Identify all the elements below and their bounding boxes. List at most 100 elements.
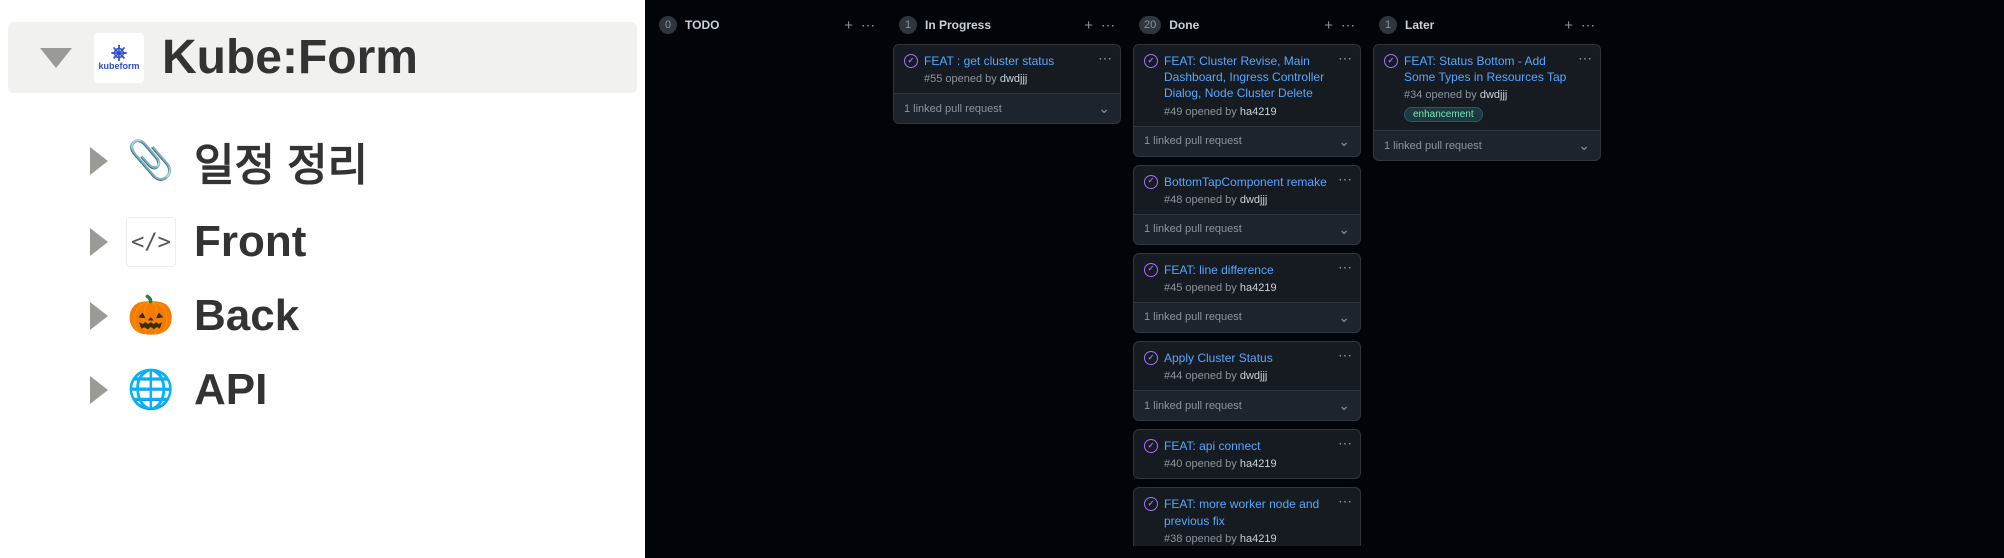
add-card-icon[interactable] <box>1084 18 1093 33</box>
card-author[interactable]: ha4219 <box>1240 282 1277 294</box>
add-card-icon[interactable] <box>844 18 853 33</box>
linked-pr-row[interactable]: 1 linked pull request <box>894 93 1120 123</box>
card-more-icon[interactable] <box>1578 51 1592 66</box>
column-title: Done <box>1169 18 1316 32</box>
board-card[interactable]: FEAT : get cluster status #55 opened by d… <box>893 44 1121 124</box>
card-author[interactable]: dwdjjj <box>1240 370 1268 382</box>
card-more-icon[interactable] <box>1098 51 1112 66</box>
tree-item-label: Back <box>194 291 299 341</box>
add-card-icon[interactable] <box>1324 18 1333 33</box>
card-meta: #49 opened by ha4219 <box>1164 106 1350 118</box>
board-card[interactable]: Apply Cluster Status #44 opened by dwdjjj… <box>1133 341 1361 421</box>
issue-closed-icon <box>1144 439 1158 453</box>
tree-item-icon: 🌐 <box>126 365 176 415</box>
card-title[interactable]: Apply Cluster Status <box>1144 350 1350 366</box>
card-more-icon[interactable] <box>1338 172 1352 187</box>
card-author[interactable]: ha4219 <box>1240 533 1277 545</box>
board-card[interactable]: FEAT: more worker node and previous fix#… <box>1133 487 1361 546</box>
issue-closed-icon <box>1144 497 1158 511</box>
column-actions <box>1324 18 1355 33</box>
column-header: 0TODO <box>653 12 881 44</box>
linked-pr-row[interactable]: 1 linked pull request <box>1134 302 1360 332</box>
column-more-icon[interactable] <box>1341 18 1355 33</box>
chevron-down-icon[interactable] <box>1578 137 1590 154</box>
chevron-down-icon[interactable] <box>1338 309 1350 326</box>
tree-item-label: 일정 정리 <box>194 129 368 193</box>
column-header: 1Later <box>1373 12 1601 44</box>
issue-closed-icon <box>904 54 918 68</box>
tree-item-icon: 🎃 <box>126 291 176 341</box>
issue-closed-icon <box>1144 351 1158 365</box>
card-body: FEAT: Cluster Revise, Main Dashboard, In… <box>1134 45 1360 126</box>
collapse-toggle-icon[interactable] <box>40 48 72 68</box>
tree-item[interactable]: 🎃 Back <box>86 279 637 353</box>
linked-pr-row[interactable]: 1 linked pull request <box>1134 126 1360 156</box>
card-meta: #55 opened by dwdjjj <box>924 73 1110 85</box>
board-card[interactable]: FEAT: api connect#40 opened by ha4219 <box>1133 429 1361 479</box>
column-more-icon[interactable] <box>1581 18 1595 33</box>
chevron-down-icon[interactable] <box>1338 397 1350 414</box>
card-label[interactable]: enhancement <box>1404 107 1483 122</box>
board-card[interactable]: FEAT: Status Bottom - Add Some Types in … <box>1373 44 1601 161</box>
board-card[interactable]: FEAT: Cluster Revise, Main Dashboard, In… <box>1133 44 1361 157</box>
card-body: Apply Cluster Status #44 opened by dwdjjj <box>1134 342 1360 390</box>
card-meta: #34 opened by dwdjjj <box>1404 89 1590 101</box>
expand-toggle-icon[interactable] <box>90 302 108 330</box>
tree-item[interactable]: </>Front <box>86 205 637 279</box>
card-title[interactable]: FEAT: Cluster Revise, Main Dashboard, In… <box>1144 53 1350 102</box>
card-title[interactable]: FEAT: api connect <box>1144 438 1350 454</box>
card-title[interactable]: FEAT: line difference <box>1144 262 1350 278</box>
card-body: BottomTapComponent remake #48 opened by d… <box>1134 166 1360 214</box>
card-title[interactable]: BottomTapComponent remake <box>1144 174 1350 190</box>
project-header[interactable]: ⎈ kubeform Kube:Form <box>8 22 637 93</box>
chevron-down-icon[interactable] <box>1338 221 1350 238</box>
card-author[interactable]: dwdjjj <box>1000 73 1028 85</box>
tree-item[interactable]: 📎 일정 정리 <box>86 117 637 205</box>
column-title: TODO <box>685 18 836 32</box>
column-more-icon[interactable] <box>1101 18 1115 33</box>
card-title[interactable]: FEAT: Status Bottom - Add Some Types in … <box>1384 53 1590 85</box>
card-more-icon[interactable] <box>1338 348 1352 363</box>
card-author[interactable]: ha4219 <box>1240 106 1277 118</box>
expand-toggle-icon[interactable] <box>90 147 108 175</box>
card-author[interactable]: ha4219 <box>1240 458 1277 470</box>
card-author[interactable]: dwdjjj <box>1240 194 1268 206</box>
tree-item-icon: </> <box>126 217 176 267</box>
card-more-icon[interactable] <box>1338 494 1352 509</box>
column-count-badge: 1 <box>1379 16 1397 34</box>
linked-pr-row[interactable]: 1 linked pull request <box>1134 214 1360 244</box>
card-body: FEAT: api connect#40 opened by ha4219 <box>1134 430 1360 478</box>
issue-closed-icon <box>1144 263 1158 277</box>
chevron-down-icon[interactable] <box>1338 133 1350 150</box>
board-column: 1In ProgressFEAT : get cluster status#55… <box>893 12 1121 546</box>
column-actions <box>844 18 875 33</box>
project-tree: 📎 일정 정리 </>Front 🎃 Back 🌐API <box>8 117 637 427</box>
linked-pr-row[interactable]: 1 linked pull request <box>1374 130 1600 160</box>
tree-item[interactable]: 🌐API <box>86 353 637 427</box>
kanban-board: 0TODO 1In ProgressFEAT : get cluster stat… <box>645 0 2004 558</box>
board-column: 1Later FEAT: Status Bottom - Add Some Typ… <box>1373 12 1601 546</box>
card-meta: #48 opened by dwdjjj <box>1164 194 1350 206</box>
expand-toggle-icon[interactable] <box>90 376 108 404</box>
card-more-icon[interactable] <box>1338 436 1352 451</box>
notion-sidebar: ⎈ kubeform Kube:Form 📎 일정 정리 </>Front 🎃 Back… <box>0 0 645 558</box>
issue-closed-icon <box>1144 175 1158 189</box>
card-more-icon[interactable] <box>1338 260 1352 275</box>
linked-pr-row[interactable]: 1 linked pull request <box>1134 390 1360 420</box>
column-actions <box>1564 18 1595 33</box>
expand-toggle-icon[interactable] <box>90 228 108 256</box>
card-meta: #44 opened by dwdjjj <box>1164 370 1350 382</box>
card-author[interactable]: dwdjjj <box>1480 89 1508 101</box>
chevron-down-icon[interactable] <box>1098 100 1110 117</box>
tree-item-icon: 📎 <box>126 136 176 186</box>
board-column: 20DoneFEAT: Cluster Revise, Main Dashboa… <box>1133 12 1361 546</box>
issue-closed-icon <box>1144 54 1158 68</box>
add-card-icon[interactable] <box>1564 18 1573 33</box>
column-more-icon[interactable] <box>861 18 875 33</box>
card-title[interactable]: FEAT : get cluster status <box>904 53 1110 69</box>
board-card[interactable]: BottomTapComponent remake #48 opened by d… <box>1133 165 1361 245</box>
card-more-icon[interactable] <box>1338 51 1352 66</box>
board-card[interactable]: FEAT: line difference#45 opened by ha421… <box>1133 253 1361 333</box>
card-title[interactable]: FEAT: more worker node and previous fix <box>1144 496 1350 528</box>
column-actions <box>1084 18 1115 33</box>
